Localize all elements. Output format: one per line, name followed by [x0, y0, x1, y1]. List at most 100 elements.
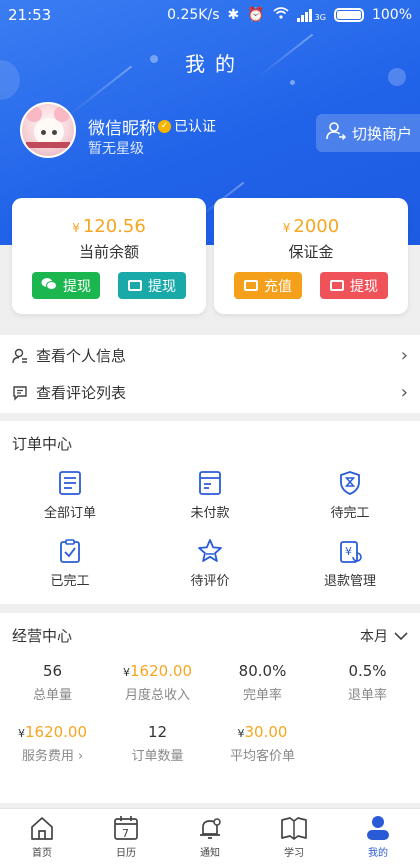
currency-symbol: ¥ — [17, 727, 25, 740]
network-type: 3G — [314, 12, 326, 22]
reviews-row[interactable]: 查看评论列表 › — [0, 374, 420, 411]
list-icon — [59, 471, 81, 495]
currency-symbol: ¥ — [122, 666, 130, 679]
order-pending-item[interactable]: 待完工 — [280, 458, 420, 526]
user-icon — [12, 348, 27, 363]
deposit-label: 保证金 — [288, 243, 334, 261]
stat-value: 56 — [42, 662, 63, 680]
status-bar: 21:53 0.25K/s ✱ ⏰ 3G 100% — [0, 0, 420, 30]
stat-value: 80.0% — [238, 662, 287, 680]
order-unpaid-label: 未付款 — [190, 506, 230, 521]
currency-symbol: ¥ — [237, 727, 245, 740]
deposit-withdraw-button[interactable]: 提现 — [320, 272, 388, 299]
recharge-button[interactable]: 充值 — [234, 272, 302, 299]
order-review-label: 待评价 — [190, 574, 230, 589]
stat-value: ¥1620.00 — [0, 723, 105, 741]
tab-calendar[interactable]: 7 日历 — [84, 809, 168, 865]
stat-label: 订单数量 — [131, 749, 184, 764]
withdraw-label: 提现 — [350, 278, 378, 295]
order-center: 订单中心 全部订单 未付款 待完工 已完工 待评价 ¥ 退款管理 — [0, 421, 420, 604]
tab-mine[interactable]: 我的 — [336, 809, 420, 865]
home-icon — [31, 817, 53, 840]
calendar-day: 7 — [122, 827, 129, 840]
stat-order-count: 12 订单数量 — [105, 723, 210, 764]
period-selector[interactable]: 本月 — [360, 626, 408, 646]
tab-mine-label: 我的 — [368, 848, 388, 859]
user-switch-icon — [326, 121, 347, 145]
stat-completion-rate: 80.0% 完单率 — [210, 662, 315, 703]
shield-hourglass-icon — [340, 471, 360, 495]
order-all-item[interactable]: 全部订单 — [0, 458, 140, 526]
withdraw-label: 提现 — [148, 278, 176, 295]
stat-number: 1620.00 — [24, 723, 88, 741]
tab-study[interactable]: 学习 — [252, 809, 336, 865]
stat-label: 完单率 — [242, 688, 282, 703]
tab-notice[interactable]: 通知 — [168, 809, 252, 865]
business-center-title: 经营中心 — [12, 627, 73, 645]
bell-icon — [200, 818, 221, 839]
verified-badge: ✓ 已认证 — [158, 116, 216, 136]
period-label: 本月 — [360, 628, 388, 645]
stat-label: 平均客价单 — [229, 749, 295, 764]
avatar-eye — [52, 130, 57, 135]
nickname: 微信昵称 — [88, 119, 156, 139]
wechat-withdraw-button[interactable]: 提现 — [32, 272, 100, 299]
signal-icon: 3G — [296, 8, 326, 22]
chevron-right-icon: › — [400, 345, 408, 366]
star-level: 暂无星级 — [88, 141, 144, 157]
verified-label: 已认证 — [174, 119, 216, 135]
stat-label-row: 服务费用 › — [0, 745, 105, 764]
battery-level: 100% — [371, 7, 412, 23]
personal-info-row[interactable]: 查看个人信息 › — [0, 337, 420, 374]
person-icon — [367, 816, 389, 840]
withdraw-label: 提现 — [63, 278, 91, 295]
order-refund-item[interactable]: ¥ 退款管理 — [280, 526, 420, 594]
decor-dot — [290, 80, 295, 85]
balance-card: ¥120.56 当前余额 提现 提现 — [12, 198, 206, 314]
stat-refund-rate: 0.5% 退单率 — [315, 662, 420, 703]
avatar-caption-band — [26, 142, 70, 148]
card-withdraw-button[interactable]: 提现 — [118, 272, 186, 299]
reviews-label: 查看评论列表 — [36, 384, 127, 402]
order-refund-label: 退款管理 — [323, 574, 376, 589]
switch-merchant-label: 切换商户 — [352, 124, 413, 143]
svg-text:¥: ¥ — [345, 545, 352, 558]
stat-empty — [315, 723, 420, 764]
recharge-label: 充值 — [264, 278, 292, 295]
check-icon: ✓ — [158, 119, 171, 133]
order-completed-item[interactable]: 已完工 — [0, 526, 140, 594]
balance-value: 120.56 — [82, 216, 146, 237]
wallet-icon — [330, 280, 344, 291]
bluetooth-icon: ✱ — [227, 7, 240, 23]
switch-merchant-button[interactable]: 切换商户 — [316, 114, 420, 152]
recharge-card-icon — [244, 280, 258, 291]
alarm-icon: ⏰ — [247, 7, 265, 23]
currency-symbol: ¥ — [72, 221, 80, 235]
wifi-icon — [273, 7, 289, 23]
deposit-value: 2000 — [293, 216, 340, 237]
stat-value: ¥30.00 — [210, 723, 315, 741]
stat-value: 12 — [147, 723, 168, 741]
stat-label: 服务费用 — [21, 749, 74, 764]
order-unpaid-item[interactable]: 未付款 — [140, 458, 280, 526]
stat-service-fee[interactable]: ¥1620.00 服务费用 › — [0, 723, 105, 764]
order-review-item[interactable]: 待评价 — [140, 526, 280, 594]
tab-home-label: 首页 — [32, 848, 52, 859]
personal-info-label: 查看个人信息 — [36, 347, 127, 365]
order-center-title: 订单中心 — [12, 435, 73, 453]
avatar[interactable] — [20, 102, 76, 158]
card-icon — [128, 280, 142, 291]
avatar-eye — [41, 130, 46, 135]
stat-label: 月度总收入 — [124, 688, 190, 703]
business-center: 经营中心 本月 56 总单量 ¥1620.00 月度总收入 80.0% 完单率 … — [0, 613, 420, 803]
tab-calendar-label: 日历 — [116, 848, 136, 859]
stat-number: 30.00 — [244, 723, 288, 741]
battery-icon — [333, 8, 364, 22]
tab-home[interactable]: 首页 — [0, 809, 84, 865]
profile-links: 查看个人信息 › 查看评论列表 › — [0, 335, 420, 413]
chevron-right-icon: › — [400, 382, 408, 403]
order-completed-label: 已完工 — [50, 574, 90, 589]
clipboard-check-icon — [60, 539, 80, 563]
bill-icon — [199, 471, 221, 495]
order-pending-label: 待完工 — [330, 506, 370, 521]
